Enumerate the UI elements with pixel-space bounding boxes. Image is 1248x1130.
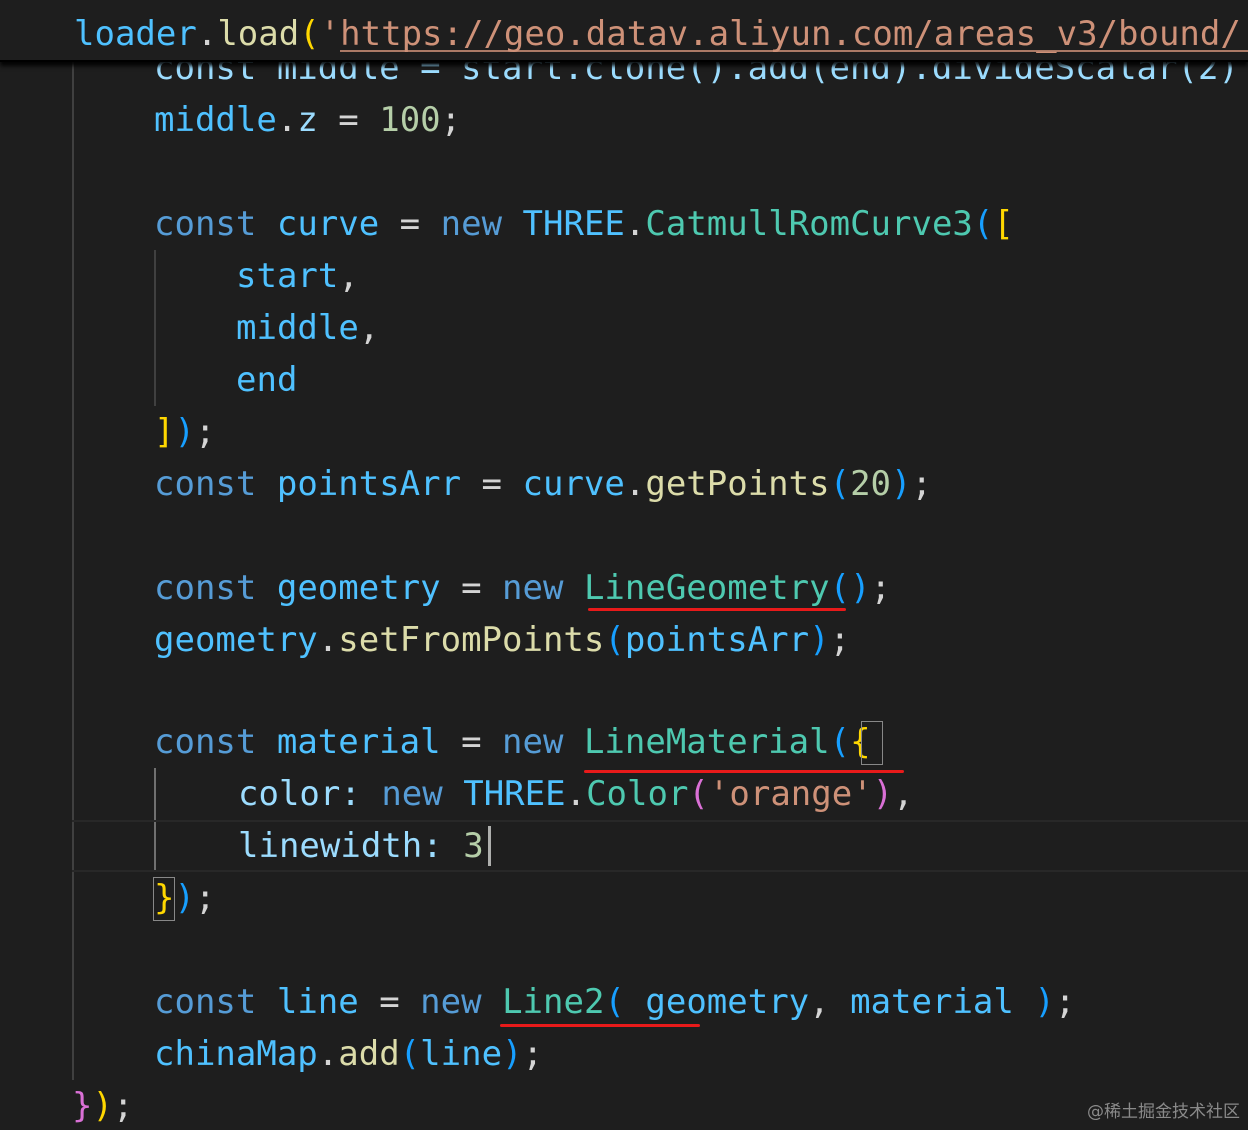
code-line[interactable]: start, (0, 250, 359, 302)
code-line[interactable]: }); (0, 1080, 133, 1130)
code-line[interactable]: chinaMap.add(line); (0, 1028, 543, 1080)
indent-guide-curve (154, 250, 156, 406)
token-loader: loader (74, 14, 197, 54)
code-line[interactable]: color: new THREE.Color('orange'), (0, 768, 914, 820)
code-editor[interactable]: const middle = start.clone().add(end).di… (0, 0, 1248, 1130)
code-line[interactable]: middle, (0, 302, 379, 354)
code-line[interactable]: const line = new Line2( geometry, materi… (0, 976, 1075, 1028)
code-line[interactable]: }); (0, 872, 215, 924)
text-cursor (488, 826, 491, 866)
bracket-match-box (153, 877, 175, 921)
code-line[interactable]: const geometry = new LineGeometry(); (0, 562, 891, 614)
code-line[interactable]: const material = new LineMaterial({ (0, 716, 871, 768)
sticky-line: loader.load('https://geo.datav.aliyun.co… (74, 14, 1241, 54)
link-underline (340, 50, 1248, 52)
watermark: @稀土掘金技术社区 (1087, 1102, 1240, 1122)
code-line[interactable]: const pointsArr = curve.getPoints(20); (0, 458, 932, 510)
code-line[interactable]: ]); (0, 406, 215, 458)
annotation-underline-linegeometry (588, 608, 846, 611)
token-load: load (217, 14, 300, 54)
sticky-scroll-header[interactable]: loader.load('https://geo.datav.aliyun.co… (0, 0, 1248, 62)
code-line-current[interactable]: linewidth: 3 (0, 820, 484, 872)
bracket-match-box (861, 721, 883, 765)
code-line[interactable]: end (0, 354, 297, 406)
code-line[interactable]: const curve = new THREE.CatmullRomCurve3… (0, 198, 1014, 250)
token-url-string: 'https://geo.datav.aliyun.com/areas_v3/b… (319, 14, 1241, 54)
annotation-underline-line2 (500, 1024, 700, 1027)
code-line[interactable]: geometry.setFromPoints(pointsArr); (0, 614, 850, 666)
